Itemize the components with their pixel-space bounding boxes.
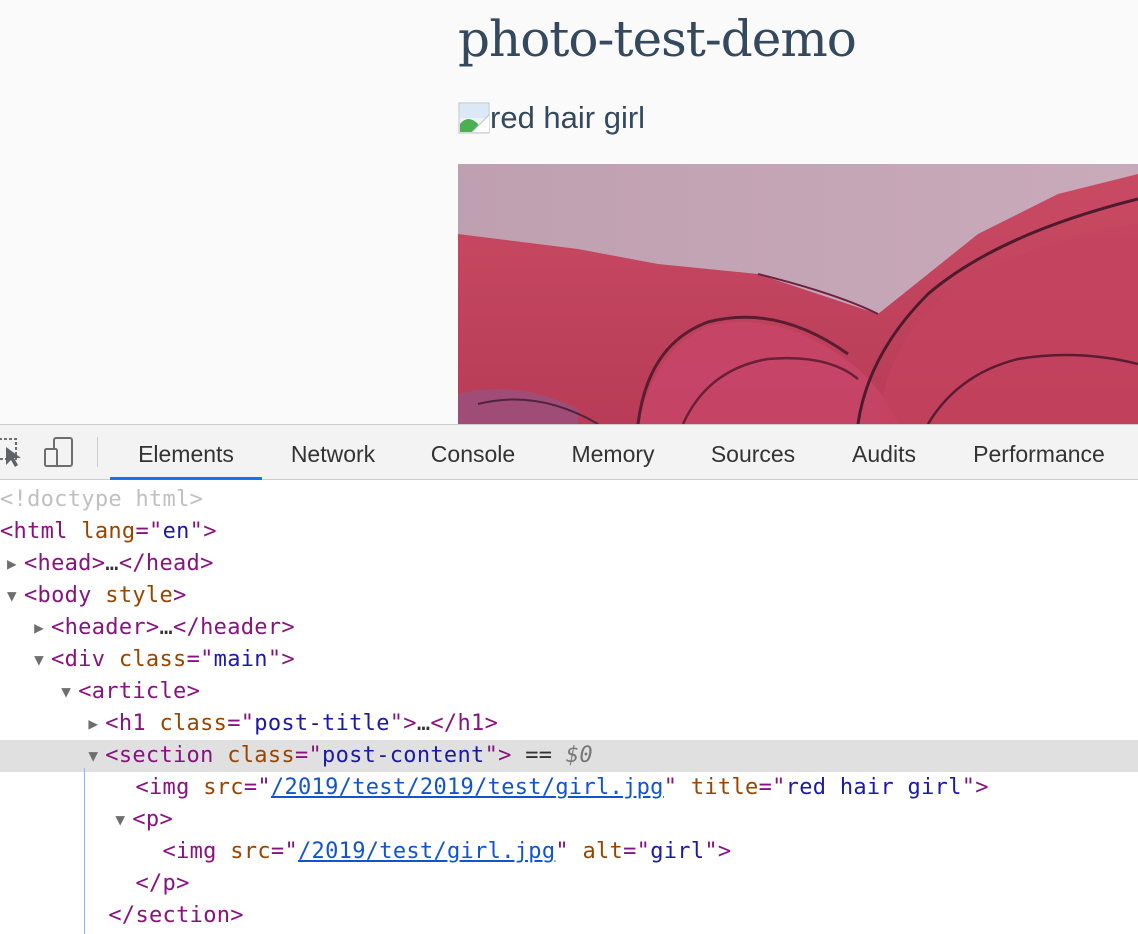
- collapsed-ellipsis[interactable]: …: [417, 711, 431, 736]
- attr-name: src: [203, 775, 244, 800]
- broken-image: red hair girl: [458, 100, 645, 136]
- dom-node-img-alt[interactable]: <img src="/2019/test/girl.jpg" alt="girl…: [0, 836, 1138, 868]
- tab-performance[interactable]: Performance: [952, 425, 1126, 480]
- elements-dom-tree: <!doctype html> <html lang="en"> ▶ <head>…: [0, 480, 1138, 934]
- devtools-toolbar: Elements Network Console Memory Sources …: [0, 424, 1138, 480]
- dom-node-article[interactable]: ▼ <article>: [0, 676, 1138, 708]
- tag-name: section: [135, 903, 231, 928]
- collapse-arrow-icon[interactable]: ▼: [27, 644, 51, 676]
- dom-node-section-close[interactable]: </section>: [0, 900, 1138, 932]
- device-toolbar-icon[interactable]: [42, 435, 76, 469]
- src-link[interactable]: /2019/test/girl.jpg: [298, 839, 555, 864]
- tag-name: head: [145, 551, 201, 576]
- tag-name: img: [149, 775, 190, 800]
- dom-node-div-main[interactable]: ▼ <div class="main">: [0, 644, 1138, 676]
- page-viewport: photo-test-demo red hair girl: [0, 0, 1138, 424]
- tag-name: section: [118, 743, 214, 768]
- tag-name: h1: [118, 711, 146, 736]
- attr-value: girl: [650, 839, 705, 864]
- collapsed-ellipsis[interactable]: …: [105, 551, 119, 576]
- attr-value: post-content: [322, 743, 485, 768]
- dom-node-p-close[interactable]: </p>: [0, 868, 1138, 900]
- attr-name: class: [227, 743, 295, 768]
- expand-arrow-icon[interactable]: ▶: [0, 548, 24, 580]
- collapsed-ellipsis[interactable]: …: [159, 615, 173, 640]
- dom-node-h1[interactable]: ▶ <h1 class="post-title">…</h1>: [0, 708, 1138, 740]
- tag-name: p: [145, 807, 160, 832]
- attr-value: red hair girl: [785, 775, 962, 800]
- dom-node-section-selected[interactable]: ▼ <section class="post-content"> == $0: [0, 740, 1138, 772]
- dom-node-header[interactable]: ▶ <header>…</header>: [0, 612, 1138, 644]
- tag-name: h1: [457, 711, 485, 736]
- attr-name: class: [118, 647, 187, 672]
- dom-node-head[interactable]: ▶ <head>…</head>: [0, 548, 1138, 580]
- doctype-text: <!doctype html>: [0, 487, 204, 512]
- tag-name: header: [200, 615, 282, 640]
- tab-audits[interactable]: Audits: [830, 425, 938, 480]
- devtools-panel: Elements Network Console Memory Sources …: [0, 424, 1138, 934]
- tag-name: p: [162, 871, 177, 896]
- dom-node-img-title[interactable]: <img src="/2019/test/2019/test/girl.jpg"…: [0, 772, 1138, 804]
- dom-node-doctype[interactable]: <!doctype html>: [0, 484, 1138, 516]
- collapse-arrow-icon[interactable]: ▼: [0, 580, 24, 612]
- console-reference: $0: [565, 743, 593, 768]
- broken-image-icon: [458, 102, 490, 134]
- tag-name: article: [91, 679, 187, 704]
- attr-name: lang: [81, 519, 136, 544]
- attr-name: title: [690, 775, 759, 800]
- attr-name: class: [159, 711, 228, 736]
- tag-name: header: [64, 615, 146, 640]
- tag-name: html: [13, 519, 68, 544]
- tab-network[interactable]: Network: [268, 425, 398, 480]
- collapse-arrow-icon[interactable]: ▼: [54, 676, 78, 708]
- toolbar-divider: [97, 437, 98, 467]
- attr-name: src: [230, 839, 271, 864]
- attr-value: en: [162, 519, 190, 544]
- dom-node-body[interactable]: ▼ <body style>: [0, 580, 1138, 612]
- expand-arrow-icon[interactable]: ▶: [81, 708, 105, 740]
- tab-memory[interactable]: Memory: [550, 425, 676, 480]
- attr-value: post-title: [254, 711, 390, 736]
- expand-arrow-icon[interactable]: ▶: [27, 612, 51, 644]
- tree-indent-guide: [84, 768, 85, 934]
- broken-image-alt-text: red hair girl: [490, 100, 646, 135]
- tag-name: div: [64, 647, 106, 672]
- dom-node-p[interactable]: ▼ <p>: [0, 804, 1138, 836]
- attr-value: main: [213, 647, 268, 672]
- attr-name: alt: [582, 839, 624, 864]
- tag-name: img: [176, 839, 217, 864]
- collapse-arrow-icon[interactable]: ▼: [108, 804, 132, 836]
- selected-node-marker: ==: [525, 743, 566, 768]
- attr-name: style: [105, 583, 174, 608]
- inspect-element-icon[interactable]: [0, 435, 34, 469]
- tab-elements[interactable]: Elements: [110, 425, 262, 480]
- src-link[interactable]: /2019/test/2019/test/girl.jpg: [271, 775, 664, 800]
- tag-name: head: [37, 551, 92, 576]
- tab-sources[interactable]: Sources: [690, 425, 816, 480]
- tag-name: body: [37, 583, 92, 608]
- tab-console[interactable]: Console: [410, 425, 536, 480]
- post-title: photo-test-demo: [458, 10, 857, 68]
- girl-photo: [458, 164, 1138, 424]
- dom-node-html[interactable]: <html lang="en">: [0, 516, 1138, 548]
